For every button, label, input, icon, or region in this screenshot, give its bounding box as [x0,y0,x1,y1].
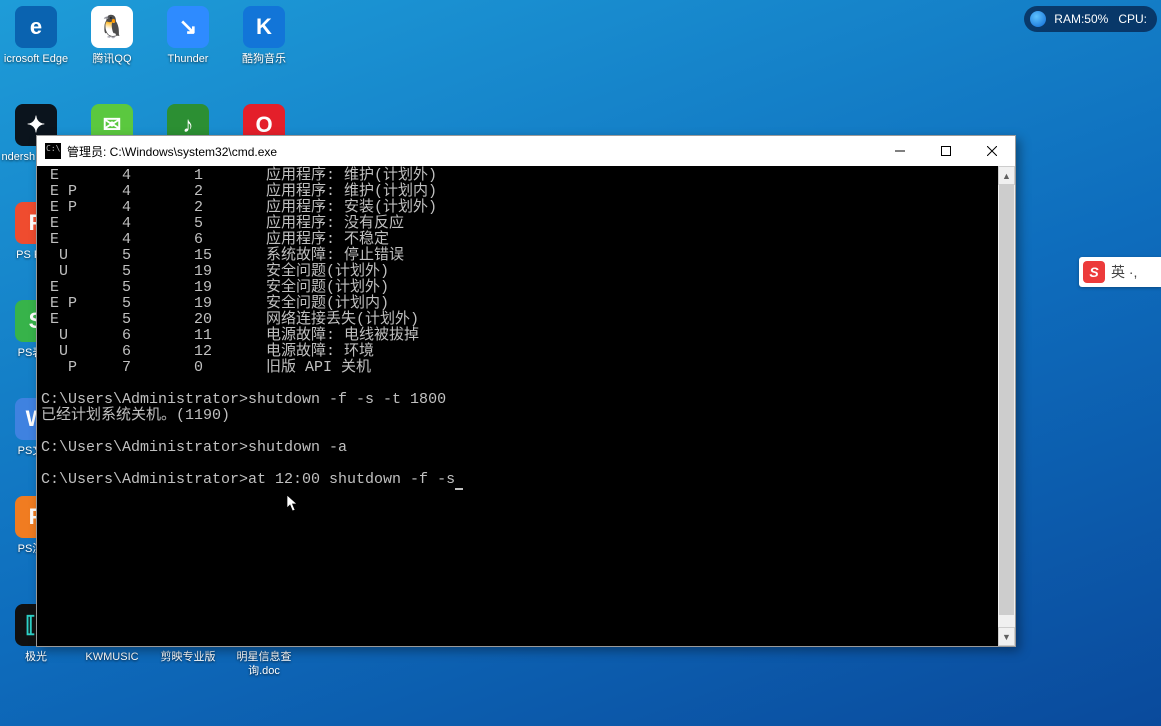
ime-language-tab[interactable]: S 英 ·, [1079,257,1161,287]
text-caret [455,488,463,490]
scroll-track[interactable] [998,185,1015,627]
vertical-scrollbar[interactable]: ▲ ▼ [998,166,1015,646]
desktop-icon-qq[interactable]: 🐧 腾讯QQ [76,0,148,98]
qq-icon: 🐧 [91,6,133,48]
cpu-label: CPU: [1118,12,1147,26]
scroll-up-button[interactable]: ▲ [998,166,1015,185]
performance-badge[interactable]: RAM:50% CPU: [1024,6,1157,32]
desktop-icon-edge[interactable]: e icrosoft Edge [0,0,72,98]
cmd-window: 管理员: C:\Windows\system32\cmd.exe E 4 1 应… [36,135,1016,647]
sogou-icon: S [1083,261,1105,283]
kugou-icon: K [243,6,285,48]
thunder-icon: ↘ [167,6,209,48]
maximize-button[interactable] [923,136,969,166]
minimize-button[interactable] [877,136,923,166]
edge-icon: e [15,6,57,48]
ram-label: RAM:50% [1054,12,1108,26]
cmd-icon [45,143,61,159]
close-icon [987,146,997,156]
ime-mode-label: 英 ·, [1111,262,1137,282]
minimize-icon [895,146,905,156]
scroll-down-button[interactable]: ▼ [998,627,1015,646]
terminal-output[interactable]: E 4 1 应用程序: 维护(计划外) E P 4 2 应用程序: 维护(计划内… [37,166,998,646]
window-titlebar[interactable]: 管理员: C:\Windows\system32\cmd.exe [37,136,1015,166]
desktop-icon-thunder[interactable]: ↘ Thunder [152,0,224,98]
desktop-icon-kugou[interactable]: K 酷狗音乐 [228,0,300,98]
maximize-icon [941,146,951,156]
window-title: 管理员: C:\Windows\system32\cmd.exe [67,143,877,160]
scroll-thumb[interactable] [999,185,1014,615]
close-button[interactable] [969,136,1015,166]
